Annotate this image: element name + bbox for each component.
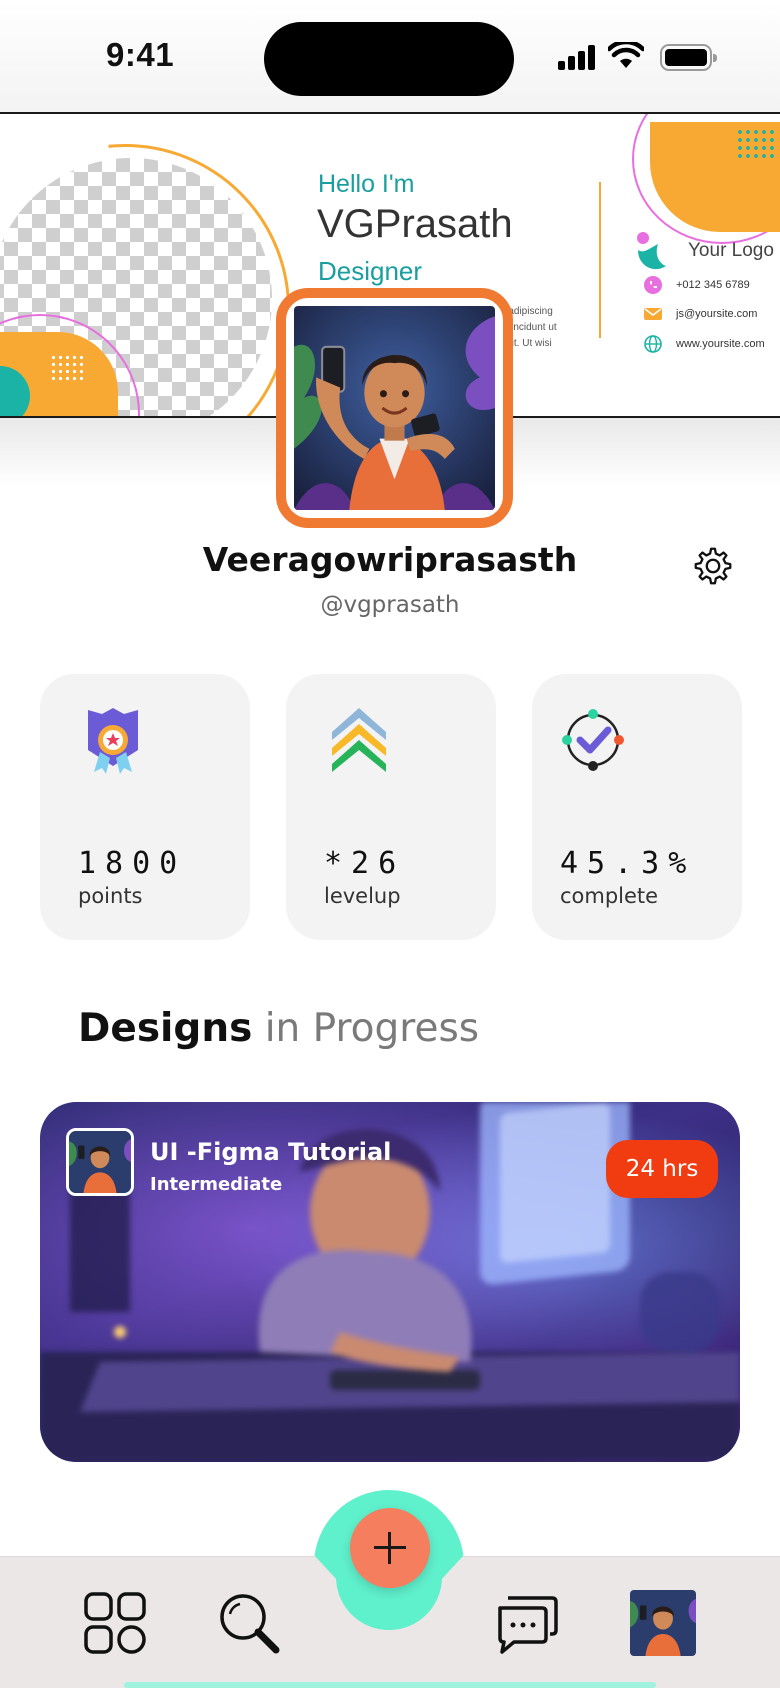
wifi-icon	[608, 42, 644, 68]
stat-label: complete	[560, 884, 659, 908]
design-thumbnail	[66, 1128, 134, 1196]
dynamic-island	[264, 22, 514, 96]
target-check-icon	[562, 709, 624, 771]
logo-icon	[637, 232, 666, 270]
phone-icon	[644, 276, 662, 294]
mail-icon	[644, 308, 662, 320]
contact-website: www.yoursite.com	[644, 335, 765, 353]
add-button[interactable]	[350, 1508, 430, 1588]
globe-icon	[644, 335, 662, 353]
stat-label: levelup	[324, 884, 401, 908]
banner-role: Designer	[318, 256, 423, 286]
profile-avatar[interactable]	[276, 288, 513, 528]
contact-email: js@yoursite.com	[644, 305, 757, 323]
signal-icon	[558, 44, 596, 70]
stat-value: 1800	[78, 846, 187, 881]
design-level: Intermediate	[150, 1174, 283, 1195]
award-ribbon-icon	[88, 708, 138, 774]
grid-icon[interactable]	[82, 1590, 148, 1656]
profile-handle: @vgprasath	[320, 592, 460, 618]
banner-divider	[599, 182, 601, 338]
decor-dots-teal	[736, 128, 776, 162]
settings-gear-icon[interactable]	[690, 543, 736, 589]
design-card[interactable]: UI -Figma Tutorial Intermediate 24 hrs	[40, 1102, 740, 1462]
contact-phone: +012 345 6789	[644, 276, 750, 294]
status-time: 9:41	[106, 36, 175, 73]
duration-badge: 24 hrs	[606, 1140, 718, 1198]
stat-card-levelup[interactable]: *26 levelup	[286, 674, 496, 940]
chevron-levels-icon	[332, 708, 386, 772]
avatar-image	[294, 306, 495, 510]
stat-value: 45.3%	[560, 846, 696, 881]
status-bar: 9:41	[0, 0, 780, 112]
banner-name: VGPrasath	[317, 202, 513, 246]
stat-card-complete[interactable]: 45.3% complete	[532, 674, 742, 940]
profile-name: Veeragowriprasasth	[202, 540, 578, 579]
search-icon[interactable]	[216, 1590, 282, 1656]
chat-icon[interactable]	[494, 1590, 560, 1656]
banner-hello: Hello I'm	[318, 170, 415, 198]
profile-avatar-nav[interactable]	[630, 1590, 696, 1656]
battery-icon	[660, 44, 717, 71]
stat-label: points	[78, 884, 143, 908]
logo-text: Your Logo	[688, 240, 774, 261]
design-title: UI -Figma Tutorial	[150, 1138, 392, 1166]
home-indicator	[124, 1682, 656, 1688]
decor-dots	[50, 354, 84, 382]
section-title: Designs in Progress	[78, 1006, 480, 1051]
stat-card-points[interactable]: 1800 points	[40, 674, 250, 940]
stat-value: *26	[324, 846, 406, 881]
